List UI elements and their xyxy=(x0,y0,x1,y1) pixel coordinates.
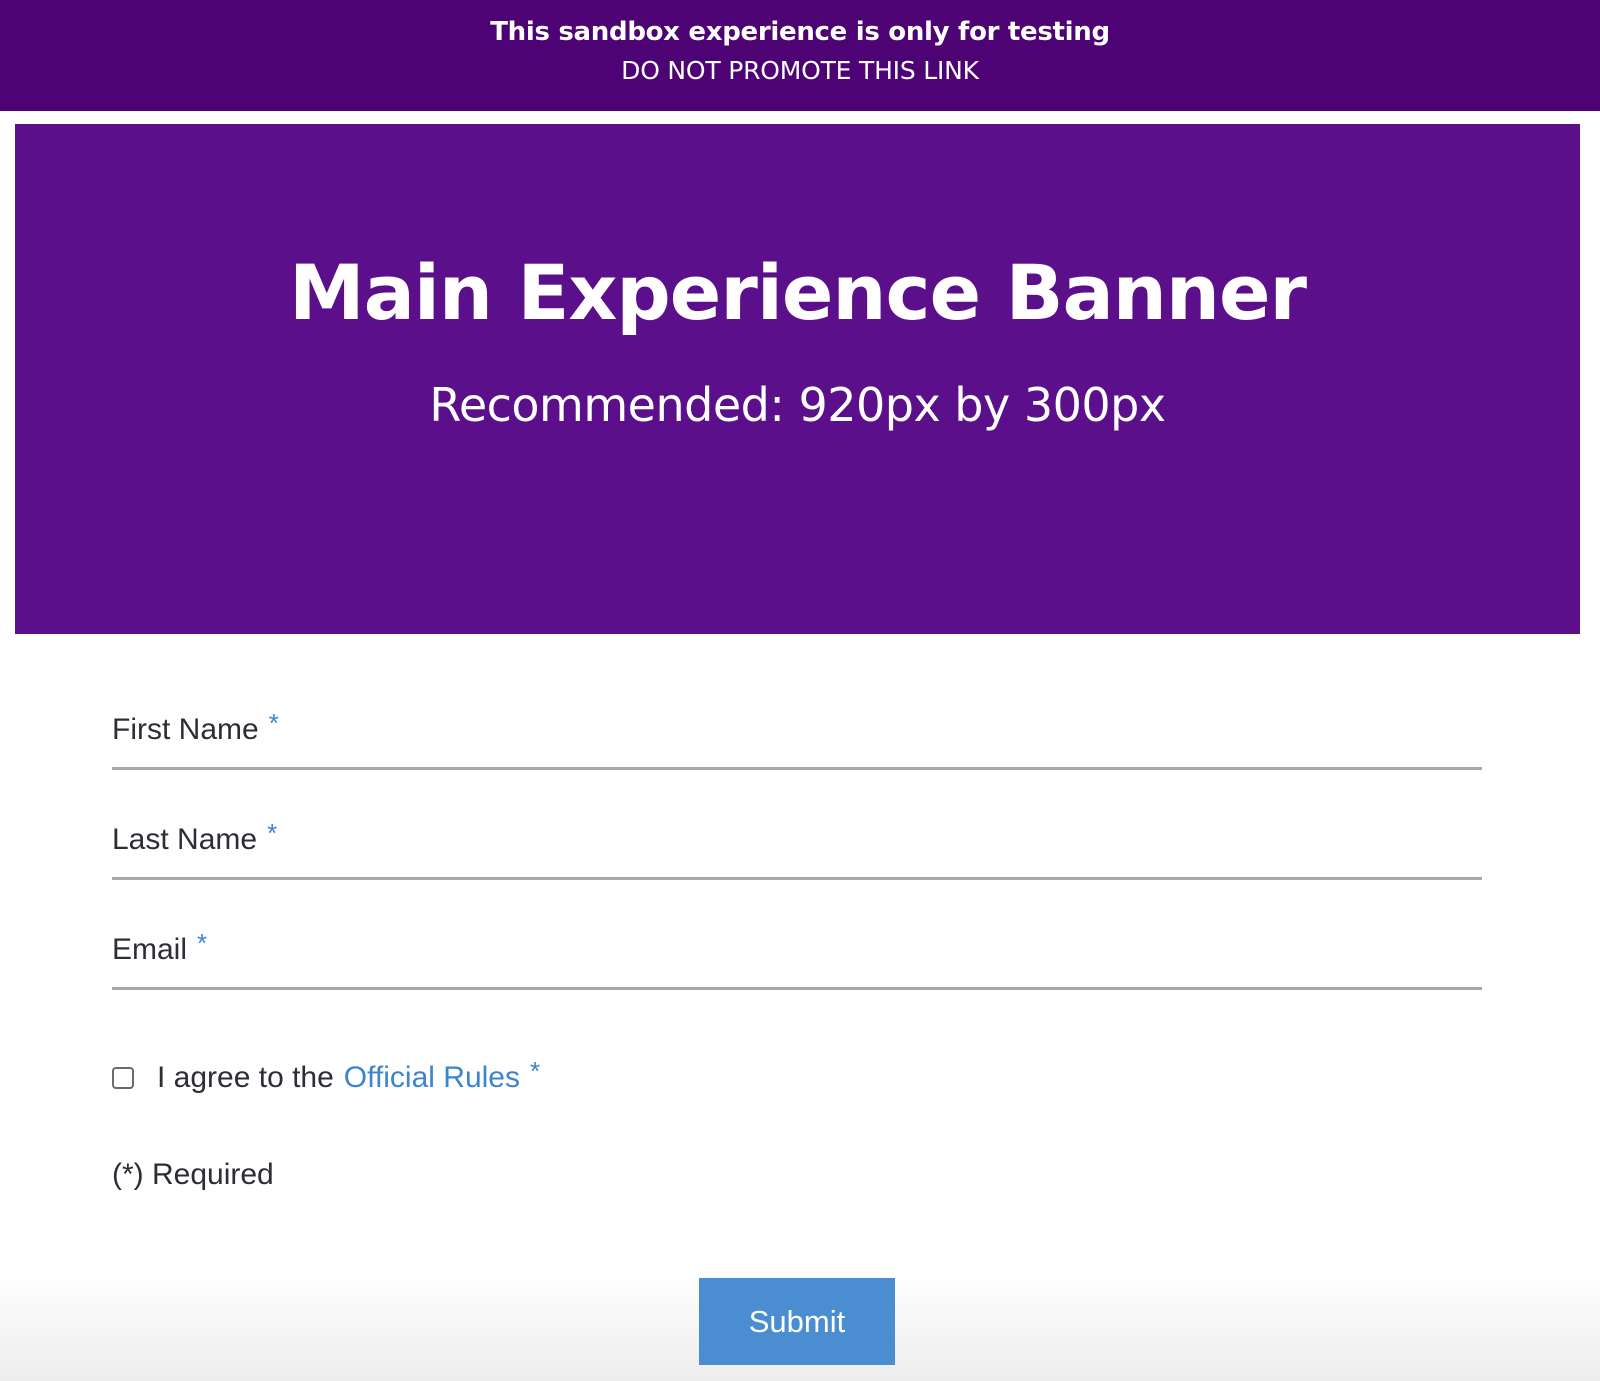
main-experience-banner: Main Experience Banner Recommended: 920p… xyxy=(15,124,1580,634)
official-rules-link[interactable]: Official Rules xyxy=(344,1061,520,1095)
page: This sandbox experience is only for test… xyxy=(0,0,1600,1381)
required-asterisk: * xyxy=(529,1055,541,1086)
sandbox-notice-bar: This sandbox experience is only for test… xyxy=(0,0,1600,111)
official-rules-agreement: I agree to the Official Rules * xyxy=(112,1055,541,1098)
email-field[interactable]: Email * xyxy=(112,917,1482,990)
submit-button[interactable]: Submit xyxy=(699,1278,895,1365)
sandbox-notice-title: This sandbox experience is only for test… xyxy=(490,17,1110,47)
first-name-input[interactable] xyxy=(112,697,1482,767)
last-name-field[interactable]: Last Name * xyxy=(112,807,1482,880)
required-note: (*) Required xyxy=(112,1158,274,1191)
agree-text: I agree to the xyxy=(157,1061,334,1094)
email-input[interactable] xyxy=(112,917,1482,987)
agree-checkbox[interactable] xyxy=(112,1067,134,1089)
first-name-field[interactable]: First Name * xyxy=(112,697,1482,770)
sandbox-notice-subtitle: DO NOT PROMOTE THIS LINK xyxy=(621,56,979,85)
banner-subtitle: Recommended: 920px by 300px xyxy=(429,378,1166,432)
last-name-input[interactable] xyxy=(112,807,1482,877)
banner-title: Main Experience Banner xyxy=(288,248,1307,337)
